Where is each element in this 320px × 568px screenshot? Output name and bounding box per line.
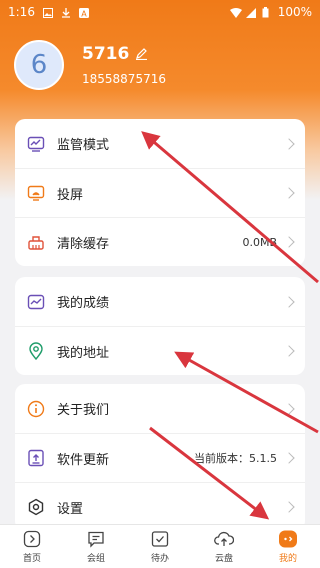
tab-label: 待办 [150,554,169,564]
chevron-right-icon [283,345,295,357]
user-name: 5716 [82,44,130,64]
settings-group-2: 我的成绩 我的地址 [15,277,305,375]
profile-section: 6 5716 18558875716 [14,40,166,90]
menu-item-label: 我的成绩 [57,296,110,311]
chevron-right-icon [283,402,295,415]
profile-icon [278,529,298,549]
battery-icon [262,7,272,18]
menu-item-about-us[interactable]: 关于我们 [15,384,305,433]
cache-size: 0.0MB [242,235,277,249]
cloud-upload-icon [214,529,234,549]
settings-group-3: 关于我们 软件更新 当前版本：5.1.5 设置 [15,384,305,531]
menu-item-my-scores[interactable]: 我的成绩 [15,277,305,326]
bottom-tab-bar: 首页 会组 待办 云盘 我的 [0,524,320,568]
gallery-icon [42,7,53,18]
menu-item-clear-cache[interactable]: 清除缓存 0.0MB [15,217,305,266]
monitor-icon [27,135,45,153]
edit-icon[interactable] [135,45,148,64]
settings-icon [27,498,45,516]
wifi-icon [229,7,242,18]
menu-item-cast[interactable]: 投屏 [15,168,305,217]
status-bar: 1:16 A 100% [0,0,320,24]
chevron-right-icon [283,501,295,513]
status-time: 1:16 [8,5,35,19]
tab-label: 我的 [278,554,297,564]
menu-item-label: 我的地址 [57,345,110,361]
tab-mine[interactable]: 我的 [256,525,320,568]
tab-todo[interactable]: 待办 [128,525,192,568]
svg-text:A: A [81,10,87,19]
cast-icon [27,184,45,202]
chevron-right-icon [283,236,295,248]
chevron-right-icon [283,295,295,308]
chevron-right-icon [283,452,295,464]
chat-icon [86,529,106,549]
info-icon [27,400,45,418]
app-notification-icon: A [78,7,89,19]
menu-item-label: 清除缓存 [57,236,110,252]
tab-label: 首页 [22,554,41,564]
menu-item-label: 设置 [57,501,84,517]
todo-icon [150,529,170,549]
menu-item-label: 软件更新 [57,452,110,468]
app-version: 当前版本：5.1.5 [194,452,277,465]
tab-groups[interactable]: 会组 [64,525,128,568]
menu-item-my-address[interactable]: 我的地址 [15,326,305,375]
update-icon [27,449,45,467]
tab-label: 会组 [86,554,105,564]
tab-home[interactable]: 首页 [0,525,64,568]
menu-item-label: 投屏 [57,187,84,203]
tab-label: 云盘 [214,554,233,564]
menu-item-label: 关于我们 [57,403,110,418]
home-icon [22,529,42,549]
broom-icon [27,233,45,251]
user-phone: 18558875716 [82,72,166,86]
signal-icon [245,7,256,18]
avatar[interactable]: 6 [14,40,64,90]
download-icon [61,7,71,18]
tab-cloud[interactable]: 云盘 [192,525,256,568]
settings-group-1: 监管模式 投屏 清除缓存 0.0MB [15,119,305,266]
menu-item-monitor-mode[interactable]: 监管模式 [15,119,305,168]
chevron-right-icon [283,187,295,199]
chart-icon [27,293,45,311]
menu-item-label: 监管模式 [57,138,110,153]
location-icon [27,342,45,360]
battery-percent: 100% [277,5,312,19]
menu-item-software-update[interactable]: 软件更新 当前版本：5.1.5 [15,433,305,482]
chevron-right-icon [283,137,295,150]
